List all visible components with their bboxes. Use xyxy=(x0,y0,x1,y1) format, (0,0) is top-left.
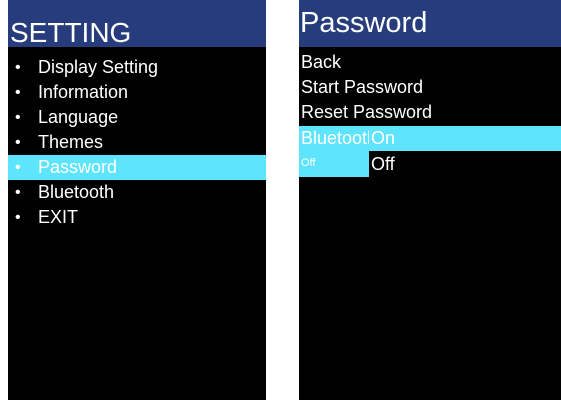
menu-item-information[interactable]: • Information xyxy=(8,80,266,105)
menu-item-label: Language xyxy=(38,107,119,127)
bluetooth-cell: Bluetooth Off xyxy=(299,126,369,177)
bluetooth-current-value: Off xyxy=(301,157,316,169)
bluetooth-setting-row[interactable]: Bluetooth Off On Off xyxy=(299,126,561,177)
menu-item-display-setting[interactable]: • Display Setting xyxy=(8,55,266,80)
settings-screen: SETTING • Display Setting • Information … xyxy=(8,0,266,400)
password-title: Password xyxy=(299,0,561,47)
bullet-icon: • xyxy=(15,209,21,226)
menu-item-back[interactable]: Back xyxy=(299,50,561,75)
menu-item-label: Display Setting xyxy=(38,57,159,77)
menu-item-start-password[interactable]: Start Password xyxy=(299,75,561,100)
option-off[interactable]: Off xyxy=(369,152,561,177)
menu-item-bluetooth[interactable]: • Bluetooth xyxy=(8,180,266,205)
menu-item-themes[interactable]: • Themes xyxy=(8,130,266,155)
menu-item-label: Password xyxy=(38,157,118,177)
bullet-icon: • xyxy=(15,109,21,126)
menu-item-label: EXIT xyxy=(38,207,79,227)
menu-item-password[interactable]: • Password xyxy=(8,155,266,180)
password-screen: Password Back Start Password Reset Passw… xyxy=(299,0,561,400)
bullet-icon: • xyxy=(15,159,21,176)
menu-item-exit[interactable]: • EXIT xyxy=(8,205,266,230)
bullet-icon: • xyxy=(15,184,21,201)
menu-item-language[interactable]: • Language xyxy=(8,105,266,130)
bullet-icon: • xyxy=(15,84,21,101)
settings-title: SETTING xyxy=(8,0,266,47)
option-on[interactable]: On xyxy=(369,126,561,151)
menu-item-label: Information xyxy=(38,82,129,102)
menu-item-reset-password[interactable]: Reset Password xyxy=(299,100,561,125)
bullet-icon: • xyxy=(15,59,21,76)
bluetooth-label: Bluetooth xyxy=(301,128,369,148)
menu-item-label: Bluetooth xyxy=(38,182,115,202)
settings-menu: • Display Setting • Information • Langua… xyxy=(8,55,266,230)
menu-item-label: Themes xyxy=(38,132,104,152)
password-menu: Back Start Password Reset Password xyxy=(299,50,561,125)
bullet-icon: • xyxy=(15,134,21,151)
